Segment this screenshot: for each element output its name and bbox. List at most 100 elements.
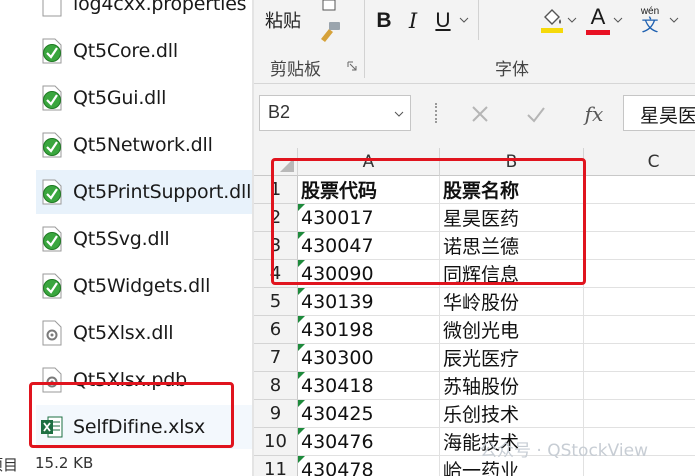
formula-bar-grip-icon[interactable] [435, 103, 439, 123]
excel-file-icon [40, 414, 64, 440]
cell-value: 430478 [301, 458, 374, 476]
file-item[interactable]: Qt5PrintSupport.dll [36, 170, 252, 214]
spreadsheet-grid[interactable]: A B C 1 股票代码 股票名称 2 430017 星昊医药 3 430047 诺思兰德 4 43009… [254, 148, 695, 476]
file-item[interactable]: Qt5Xlsx.pdb [36, 358, 252, 402]
file-item[interactable]: Qt5Network.dll [36, 123, 252, 167]
underline-button[interactable]: U [428, 6, 458, 36]
file-item[interactable]: Qt5Core.dll [36, 29, 252, 73]
cell-a5[interactable]: 430139 [298, 288, 440, 316]
cell-c2[interactable] [584, 204, 695, 232]
cell-a10[interactable]: 430476 [298, 428, 440, 456]
phonetic-dropdown-icon[interactable] [668, 12, 680, 28]
cell-b5[interactable]: 华岭股份 [440, 288, 584, 316]
cell-c5[interactable] [584, 288, 695, 316]
cell-a9[interactable]: 430425 [298, 400, 440, 428]
cell-c4[interactable] [584, 260, 695, 288]
file-item[interactable]: SelfDifine.xlsx [36, 405, 252, 449]
number-as-text-indicator-icon[interactable] [298, 456, 305, 463]
file-item[interactable]: Qt5Xlsx.dll [36, 311, 252, 355]
number-as-text-indicator-icon[interactable] [298, 316, 305, 323]
select-all-corner[interactable] [254, 148, 298, 176]
cell-a11[interactable]: 430478 [298, 456, 440, 476]
italic-button[interactable]: I [400, 6, 426, 36]
cell-b8[interactable]: 苏轴股份 [440, 372, 584, 400]
file-item[interactable]: Qt5Widgets.dll [36, 264, 252, 308]
cell-a7[interactable]: 430300 [298, 344, 440, 372]
cell-value: 430425 [301, 402, 374, 425]
file-item[interactable]: log4cxx.properties [36, 0, 252, 26]
cell-b3[interactable]: 诺思兰德 [440, 232, 584, 260]
row-header[interactable]: 2 [254, 204, 298, 232]
row-header[interactable]: 6 [254, 316, 298, 344]
number-as-text-indicator-icon[interactable] [298, 344, 305, 351]
cell-a4[interactable]: 430090 [298, 260, 440, 288]
number-as-text-indicator-icon[interactable] [298, 400, 305, 407]
cell-b1[interactable]: 股票名称 [440, 176, 584, 204]
cell-value: 430017 [301, 206, 374, 229]
cell-c7[interactable] [584, 344, 695, 372]
fill-color-button[interactable] [538, 4, 566, 36]
cell-a8[interactable]: 430418 [298, 372, 440, 400]
cell-a2[interactable]: 430017 [298, 204, 440, 232]
cell-c9[interactable] [584, 400, 695, 428]
row-header[interactable]: 1 [254, 176, 298, 204]
cell-b6[interactable]: 微创光电 [440, 316, 584, 344]
file-explorer-pane: log4cxx.properties Qt5Core.dll Qt5Gui.dll Q… [0, 0, 252, 476]
bold-button[interactable]: B [370, 6, 398, 36]
cell-b4[interactable]: 同辉信息 [440, 260, 584, 288]
underline-dropdown-icon[interactable] [458, 12, 470, 28]
confirm-edit-icon[interactable] [516, 100, 556, 128]
cell-a1[interactable]: 股票代码 [298, 176, 440, 204]
cell-a6[interactable]: 430198 [298, 316, 440, 344]
cell-value: 股票名称 [443, 180, 520, 202]
name-box[interactable]: B2 [259, 95, 411, 131]
row-header[interactable]: 7 [254, 344, 298, 372]
ribbon: 粘贴 剪贴板 B I U A wén 文 字体 [254, 0, 695, 84]
cell-b7[interactable]: 辰光医疗 [440, 344, 584, 372]
row-header[interactable]: 5 [254, 288, 298, 316]
column-header-c[interactable]: C [584, 148, 695, 176]
format-painter-icon[interactable] [316, 18, 344, 44]
row-header[interactable]: 11 [254, 456, 298, 476]
font-color-swatch [586, 29, 610, 35]
font-color-button[interactable]: A [584, 4, 612, 36]
number-as-text-indicator-icon[interactable] [298, 260, 305, 267]
copy-icon[interactable] [316, 0, 342, 14]
font-color-dropdown-icon[interactable] [612, 12, 624, 28]
cell-b2[interactable]: 星昊医药 [440, 204, 584, 232]
column-header-b[interactable]: B [440, 148, 584, 176]
cell-value: 430476 [301, 430, 374, 453]
row-header[interactable]: 10 [254, 428, 298, 456]
number-as-text-indicator-icon[interactable] [298, 372, 305, 379]
cell-value: 430198 [301, 318, 374, 341]
name-box-dropdown-icon[interactable] [394, 110, 404, 118]
file-item[interactable]: Qt5Svg.dll [36, 217, 252, 261]
cancel-edit-icon[interactable] [460, 100, 500, 128]
file-item[interactable]: Qt5Gui.dll [36, 76, 252, 120]
number-as-text-indicator-icon[interactable] [298, 232, 305, 239]
cell-b9[interactable]: 乐创技术 [440, 400, 584, 428]
row-header[interactable]: 8 [254, 372, 298, 400]
number-as-text-indicator-icon[interactable] [298, 288, 305, 295]
ribbon-separator [478, 0, 479, 40]
cell-value: 诺思兰德 [443, 236, 520, 258]
cell-c8[interactable] [584, 372, 695, 400]
cell-c1[interactable] [584, 176, 695, 204]
cell-c3[interactable] [584, 232, 695, 260]
cell-a3[interactable]: 430047 [298, 232, 440, 260]
clipboard-launcher-icon[interactable] [346, 60, 358, 72]
formula-input[interactable]: 星昊医 [623, 95, 695, 131]
number-as-text-indicator-icon[interactable] [298, 204, 305, 211]
phonetic-guide-button[interactable]: wén 文 [634, 4, 666, 36]
row-header[interactable]: 9 [254, 400, 298, 428]
row-header[interactable]: 4 [254, 260, 298, 288]
number-as-text-indicator-icon[interactable] [298, 428, 305, 435]
dll-file-icon [40, 273, 64, 299]
cell-c6[interactable] [584, 316, 695, 344]
insert-function-button[interactable]: fx [572, 100, 616, 128]
paste-button[interactable]: 粘贴 [258, 0, 308, 40]
fill-color-dropdown-icon[interactable] [566, 12, 578, 28]
row-header[interactable]: 3 [254, 232, 298, 260]
column-header-a[interactable]: A [298, 148, 440, 176]
cell-value: 430090 [301, 262, 374, 285]
